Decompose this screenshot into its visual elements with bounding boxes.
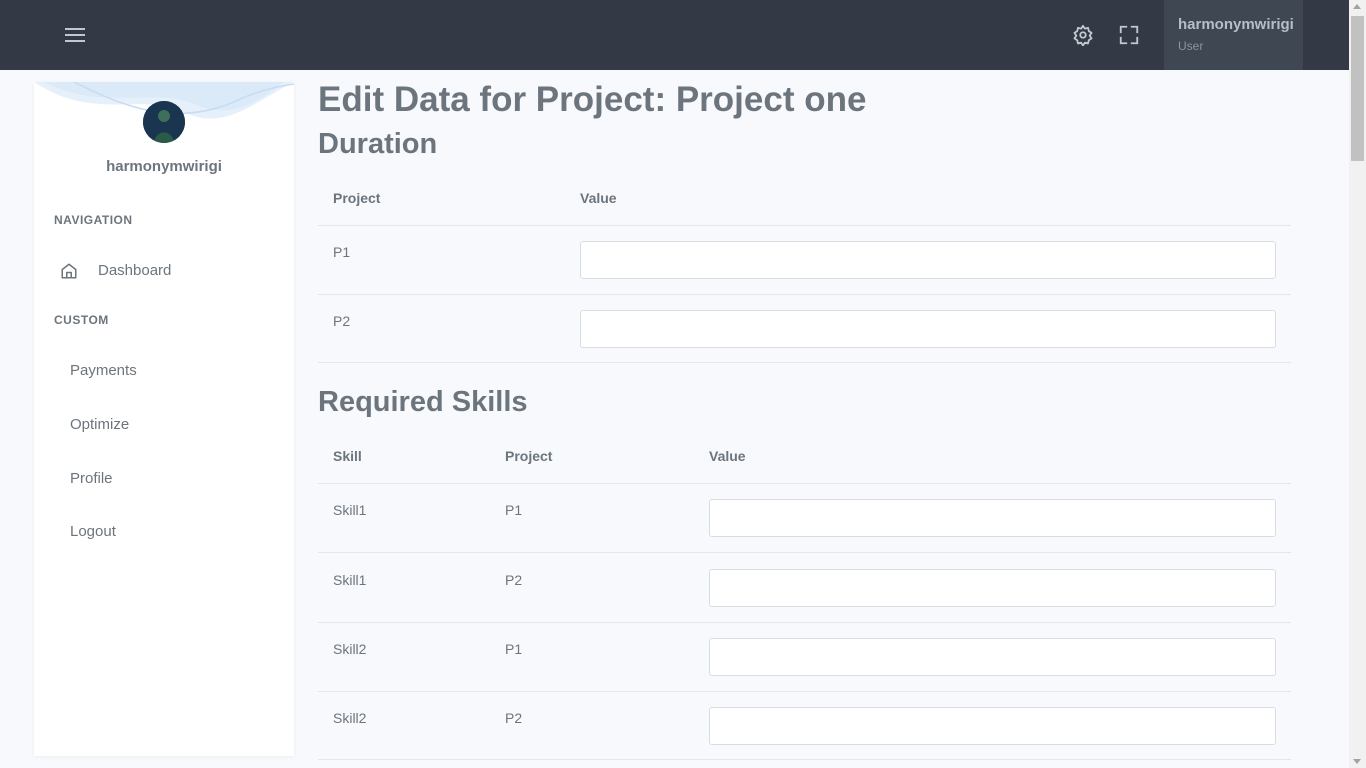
scroll-up-arrow-icon[interactable] (1353, 4, 1361, 9)
vertical-scrollbar[interactable] (1349, 0, 1366, 768)
hamburger-menu-icon[interactable] (62, 24, 88, 46)
sidebar-item-payments[interactable]: Payments (54, 356, 274, 386)
user-menu[interactable]: harmonymwirigi User (1164, 0, 1303, 70)
duration-value-input[interactable] (580, 241, 1276, 279)
navigation-heading: NAVIGATION (54, 213, 133, 227)
duration-heading: Duration (318, 128, 438, 160)
skill-cell: Skill2 (333, 641, 367, 657)
sidebar-item-dashboard[interactable]: Dashboard (54, 256, 274, 286)
sidebar-item-label: Optimize (70, 416, 130, 433)
skill-value-input[interactable] (709, 638, 1276, 676)
custom-heading: CUSTOM (54, 313, 109, 327)
sidebar-item-label: Profile (70, 470, 113, 487)
header-user-role: User (1178, 39, 1204, 53)
skill-cell: Skill1 (333, 502, 367, 518)
sidebar-user-name: harmonymwirigi (106, 158, 222, 175)
skill-value-input[interactable] (709, 707, 1276, 745)
table-row: P2 (318, 294, 1291, 363)
skill-cell: Skill2 (333, 710, 367, 726)
fullscreen-icon[interactable] (1118, 24, 1140, 46)
sidebar-item-label: Dashboard (98, 262, 172, 279)
project-cell: P2 (505, 710, 523, 726)
column-header-skill: Skill (333, 448, 362, 464)
skill-cell: Skill1 (333, 572, 367, 588)
header-user-name: harmonymwirigi (1178, 16, 1294, 33)
table-row: Skill1 P1 (318, 483, 1291, 552)
project-cell: P2 (333, 313, 351, 329)
scroll-down-arrow-icon[interactable] (1353, 759, 1361, 764)
avatar[interactable] (143, 101, 185, 143)
column-header-project: Project (505, 448, 553, 464)
column-header-value: Value (709, 448, 746, 464)
column-header-value: Value (580, 190, 617, 206)
page-title: Edit Data for Project: Project one (318, 80, 867, 119)
skill-value-input[interactable] (709, 569, 1276, 607)
sidebar: harmonymwirigi NAVIGATION Dashboard CUST… (34, 82, 294, 756)
sidebar-item-label: Logout (70, 523, 116, 540)
table-row: Skill1 P2 (318, 552, 1291, 622)
project-cell: P1 (505, 641, 523, 657)
duration-value-input[interactable] (580, 310, 1276, 348)
home-icon (61, 263, 77, 279)
column-header-project: Project (333, 190, 381, 206)
sidebar-item-label: Payments (70, 362, 137, 379)
table-row: Skill2 P2 (318, 691, 1291, 760)
table-row: P1 (318, 225, 1291, 294)
skill-value-input[interactable] (709, 499, 1276, 537)
sidebar-item-optimize[interactable]: Optimize (54, 410, 274, 440)
project-cell: P1 (505, 502, 523, 518)
top-navbar: harmonymwirigi User (0, 0, 1349, 70)
scrollbar-thumb[interactable] (1351, 16, 1364, 161)
project-cell: P1 (333, 244, 351, 260)
sidebar-item-profile[interactable]: Profile (54, 464, 274, 494)
settings-gear-icon[interactable] (1072, 24, 1094, 47)
table-row: Skill2 P1 (318, 622, 1291, 691)
sidebar-item-logout[interactable]: Logout (54, 517, 274, 547)
required-skills-heading: Required Skills (318, 386, 528, 418)
project-cell: P2 (505, 572, 523, 588)
